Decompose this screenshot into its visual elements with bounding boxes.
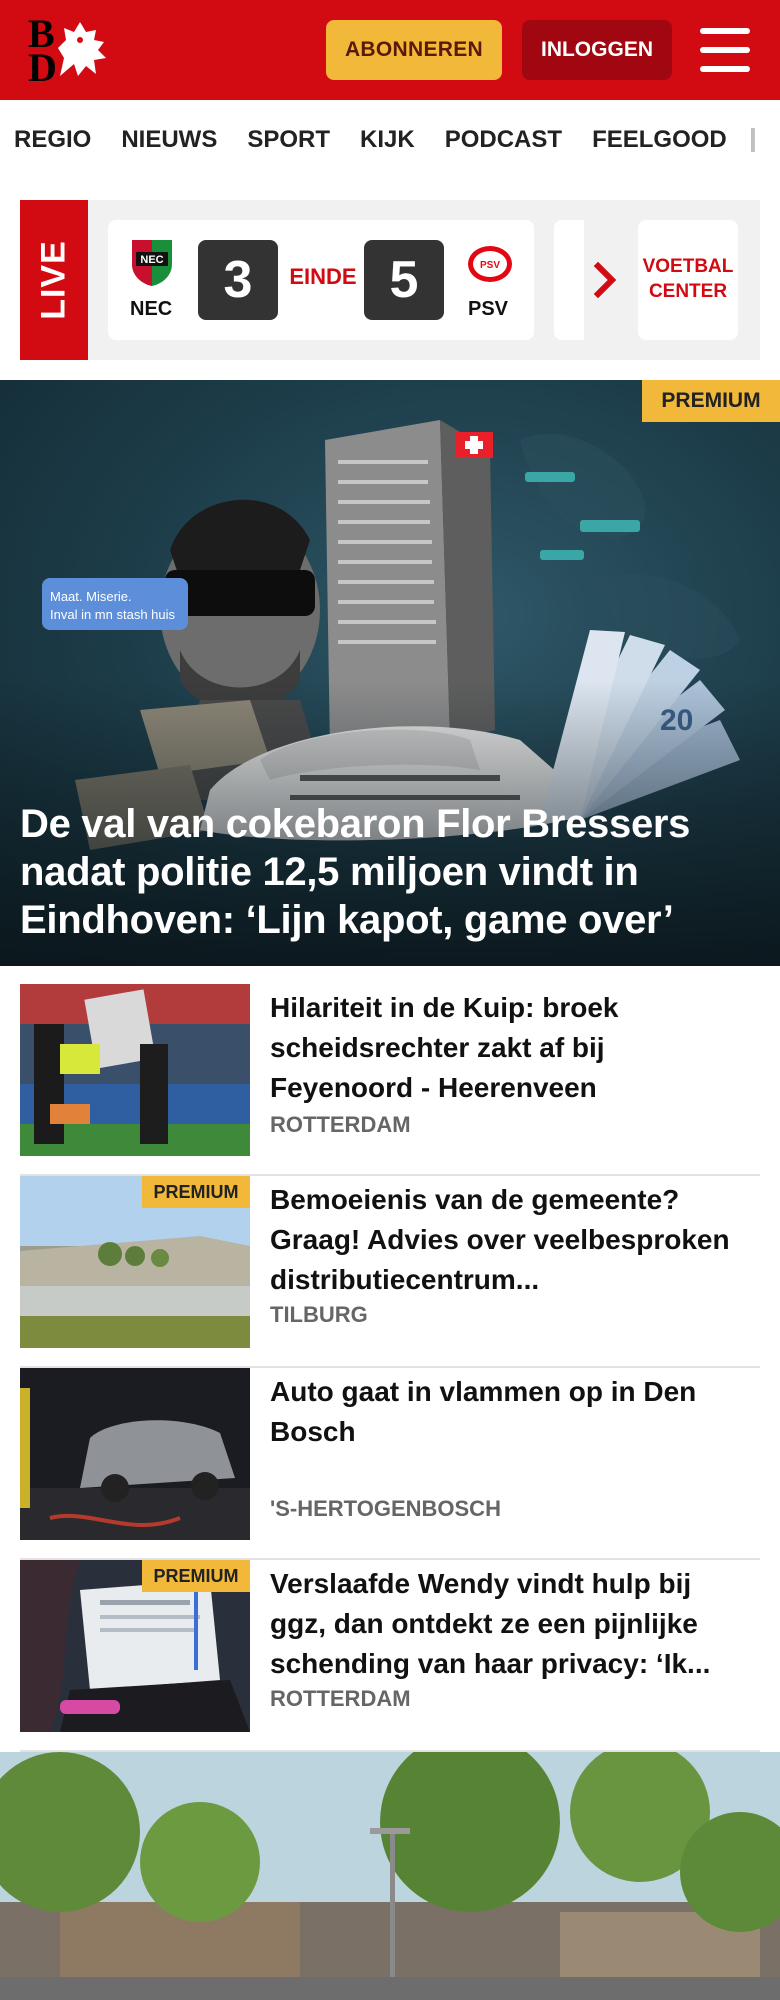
voetbal-center-button[interactable]: VOETBAL CENTER	[638, 220, 738, 340]
list-item[interactable]: PREMIUM Verslaafde Wendy vindt hulp bij …	[20, 1560, 760, 1752]
article-thumbnail	[20, 1368, 250, 1540]
premium-badge: PREMIUM	[642, 380, 780, 422]
list-item[interactable]: Auto gaat in vlammen op in Den Bosch 'S-…	[20, 1368, 760, 1560]
match-card[interactable]: NEC NEC 3 EINDE 5 PSV PSV	[108, 220, 534, 340]
nav-item-nieuws[interactable]: NIEUWS	[121, 126, 217, 154]
article-location: 'S-HERTOGENBOSCH	[270, 1496, 501, 1521]
article-title[interactable]: Verslaafde Wendy vindt hulp bij ggz, dan…	[270, 1564, 750, 1684]
live-label: LIVE	[34, 240, 73, 320]
nav-item-sport[interactable]: SPORT	[247, 126, 330, 154]
chat-bubble: Maat. Miserie. Inval in mn stash huis	[50, 588, 175, 624]
psv-logo-icon: PSV	[468, 246, 512, 282]
home-score: 3	[198, 240, 278, 320]
login-button[interactable]: INLOGGEN	[522, 20, 672, 80]
match-status: EINDE	[289, 264, 357, 289]
nav-item-kijk[interactable]: KIJK	[360, 126, 415, 154]
article-thumbnail	[20, 984, 250, 1156]
hero-title[interactable]: De val van cokebaron Flor Bressers nadat…	[20, 800, 760, 944]
premium-badge: PREMIUM	[142, 1176, 250, 1208]
live-tag: LIVE	[20, 200, 88, 360]
svg-text:PSV: PSV	[480, 260, 500, 271]
lion-logo-icon	[58, 22, 106, 76]
home-team-name: NEC	[130, 298, 173, 320]
article-location: ROTTERDAM	[270, 1686, 411, 1711]
premium-badge: PREMIUM	[142, 1560, 250, 1592]
chat-bubble-line2: Inval in mn stash huis	[50, 607, 176, 622]
article-title[interactable]: Bemoeienis van de gemeente? Graag! Advie…	[270, 1180, 750, 1300]
article-title[interactable]: Hilariteit in de Kuip: broek scheidsrech…	[270, 988, 750, 1108]
list-item[interactable]: Hilariteit in de Kuip: broek scheidsrech…	[20, 984, 760, 1176]
article-location: TILBURG	[270, 1302, 368, 1327]
article-location: ROTTERDAM	[270, 1112, 411, 1137]
away-team-name: PSV	[468, 298, 509, 320]
away-score: 5	[364, 240, 444, 320]
chevron-right-icon[interactable]	[592, 260, 620, 300]
main-nav: REGIO NIEUWS SPORT KIJK PODCAST FEELGOOD	[0, 100, 780, 180]
list-item[interactable]: PREMIUM Bemoeienis van de gemeente? Graa…	[20, 1176, 760, 1368]
voetbal-center-line2: CENTER	[648, 281, 728, 302]
voetbal-center-line1: VOETBAL	[642, 256, 734, 278]
nav-item-podcast[interactable]: PODCAST	[445, 126, 562, 154]
menu-icon[interactable]	[700, 28, 752, 72]
svg-text:NEC: NEC	[140, 254, 163, 266]
nav-fade	[750, 100, 780, 180]
chat-bubble-line1: Maat. Miserie.	[50, 589, 132, 604]
hero-article[interactable]: 20 Maat. Miserie. Inval in mn stash huis…	[0, 380, 780, 966]
live-scores-widget: LIVE NEC NEC 3 EINDE 5 PSV PSV VOETBAL C…	[20, 200, 760, 360]
nav-item-feelgood[interactable]: FEELGOOD	[592, 126, 727, 154]
site-header: B D ABONNEREN INLOGGEN	[0, 0, 780, 100]
next-match-card[interactable]	[554, 220, 584, 340]
article-title[interactable]: Auto gaat in vlammen op in Den Bosch	[270, 1372, 750, 1452]
nec-logo-icon: NEC	[132, 240, 172, 286]
nav-item-regio[interactable]: REGIO	[14, 126, 91, 154]
next-article-image[interactable]	[0, 1752, 780, 2000]
subscribe-button[interactable]: ABONNEREN	[326, 20, 502, 80]
bd-logo[interactable]: B D	[28, 14, 116, 88]
